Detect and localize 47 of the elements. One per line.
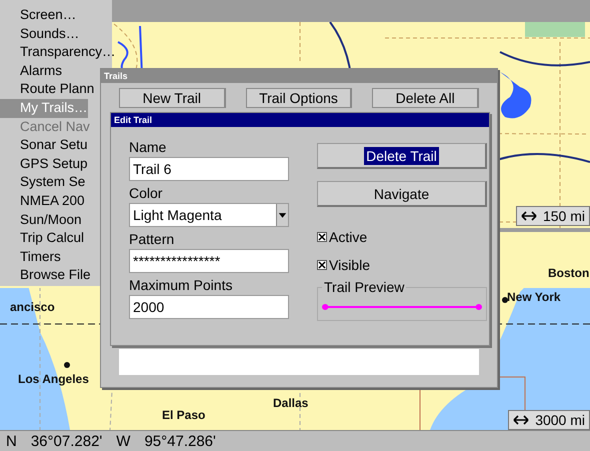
menu-item[interactable]: NMEA 200 bbox=[20, 192, 85, 211]
input-field[interactable]: **************** bbox=[129, 249, 289, 273]
menu-item[interactable]: Transparency… bbox=[20, 43, 116, 62]
menu-item[interactable]: Timers bbox=[20, 248, 61, 266]
dialog-title: Trails bbox=[101, 69, 497, 83]
double-arrow-icon bbox=[520, 211, 537, 221]
city-label: Boston bbox=[548, 266, 590, 280]
dialog-button[interactable]: Navigate bbox=[317, 181, 487, 207]
city-label: El Paso bbox=[162, 408, 206, 422]
map-scale: 3000 mi bbox=[508, 410, 590, 430]
longitude-hemisphere: W bbox=[116, 432, 130, 450]
menu-item[interactable]: GPS Setup bbox=[20, 154, 88, 174]
checkbox-label: Active bbox=[329, 229, 368, 245]
latitude: 36°07.282' bbox=[30, 432, 102, 450]
menu-item[interactable]: Sonar Setu bbox=[20, 136, 88, 155]
checkbox[interactable] bbox=[317, 260, 327, 270]
menu-item[interactable]: Trip Calcul bbox=[20, 229, 84, 248]
color-dropdown[interactable]: Light Magenta bbox=[129, 203, 289, 227]
city-label: Los Angeles bbox=[18, 372, 89, 386]
city-label: ancisco bbox=[10, 300, 55, 314]
dialog-title: Edit Trail bbox=[111, 113, 489, 127]
menu-item[interactable]: Alarms bbox=[20, 62, 62, 80]
menu-item[interactable]: Route Plann bbox=[20, 80, 94, 99]
field-label: Name bbox=[129, 139, 168, 155]
menu-item[interactable]: Browse File bbox=[20, 266, 91, 285]
menu-item[interactable]: Screen… bbox=[20, 6, 76, 25]
trails-button[interactable]: Trail Options bbox=[246, 88, 352, 108]
menu-item[interactable]: System Se bbox=[20, 173, 86, 192]
field-label: Pattern bbox=[129, 231, 176, 247]
city-label: New York bbox=[507, 290, 561, 304]
latitude-hemisphere: N bbox=[6, 432, 17, 450]
input-field[interactable]: Trail 6 bbox=[129, 157, 289, 181]
preview-label: Trail Preview bbox=[322, 279, 406, 295]
menu-item[interactable]: Sounds… bbox=[20, 24, 80, 44]
checkbox-label: Visible bbox=[329, 257, 370, 273]
map-scale: 150 mi bbox=[516, 206, 590, 226]
field-label: Maximum Points bbox=[129, 277, 234, 293]
trails-button[interactable]: New Trail bbox=[119, 88, 226, 108]
dialog-button[interactable]: Delete Trail bbox=[317, 143, 487, 169]
trails-button[interactable]: Delete All bbox=[372, 88, 480, 108]
longitude: 95°47.286' bbox=[144, 432, 216, 450]
city-label: Dallas bbox=[273, 396, 308, 410]
checkbox[interactable] bbox=[317, 232, 327, 242]
field-label: Color bbox=[129, 185, 164, 201]
input-field[interactable]: 2000 bbox=[129, 295, 289, 319]
double-arrow-icon bbox=[513, 415, 530, 425]
menu-item[interactable]: Sun/Moon bbox=[20, 210, 82, 230]
